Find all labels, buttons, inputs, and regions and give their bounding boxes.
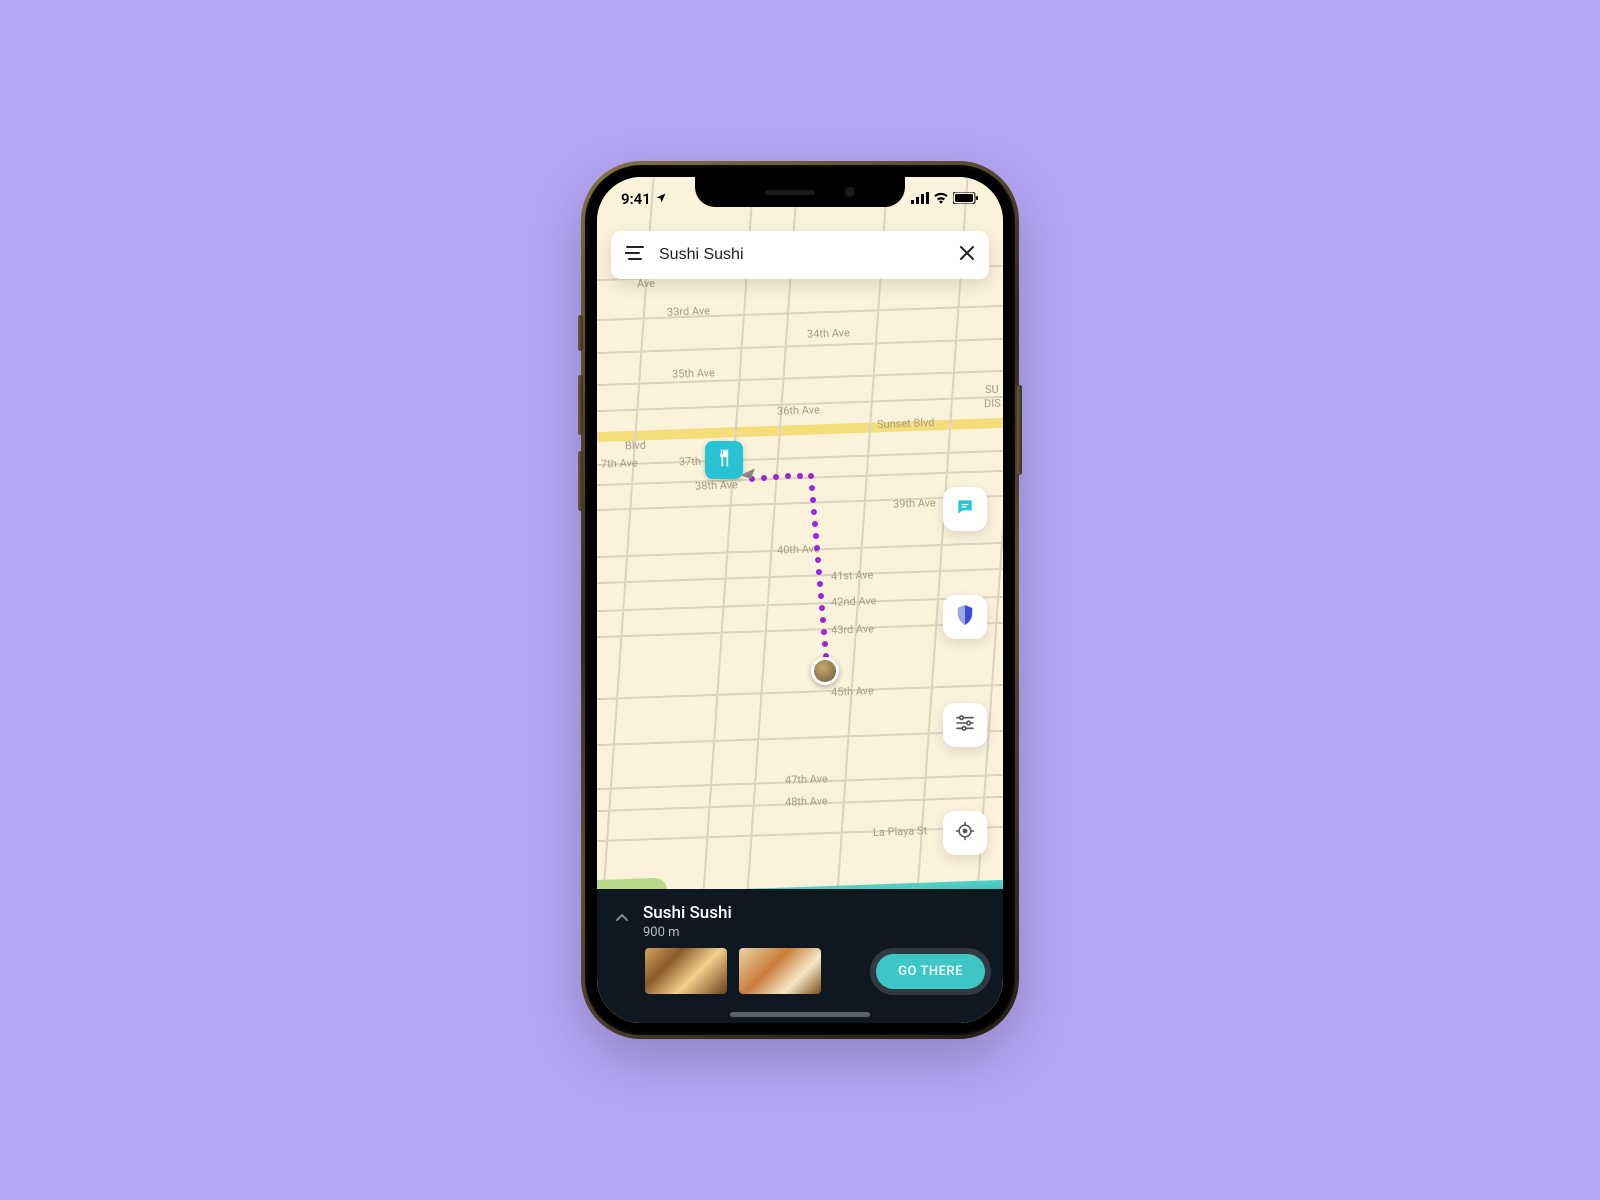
phone-screen: 9:41 <box>597 177 1003 1023</box>
street-label: 42nd Ave <box>831 594 877 609</box>
cellular-icon <box>911 190 929 208</box>
locate-icon <box>955 821 975 845</box>
street-label: 41st Ave <box>831 568 874 582</box>
user-location-avatar[interactable] <box>811 657 839 685</box>
photo-thumbnail[interactable] <box>739 948 821 994</box>
street-label: DIS <box>984 397 1001 411</box>
wifi-icon <box>933 190 949 208</box>
go-there-button[interactable]: GO THERE <box>876 954 985 989</box>
street-label: La Playa St <box>873 824 928 839</box>
chat-button[interactable] <box>943 487 987 531</box>
restaurant-icon <box>714 448 734 472</box>
destination-pin[interactable] <box>705 441 743 479</box>
chat-icon <box>955 497 975 521</box>
street-label: 36th Ave <box>777 403 820 417</box>
phone-mockup: 9:41 <box>585 165 1015 1035</box>
search-bar <box>611 231 989 279</box>
phone-notch <box>695 177 905 207</box>
home-indicator[interactable] <box>730 1012 870 1017</box>
destination-distance: 900 m <box>643 925 732 940</box>
battery-icon <box>953 190 979 208</box>
street-label: SU <box>985 383 999 396</box>
shield-button[interactable] <box>943 595 987 639</box>
close-icon[interactable] <box>959 245 975 265</box>
direction-arrow-icon <box>740 468 761 489</box>
destination-name: Sushi Sushi <box>643 903 732 923</box>
location-arrow-icon <box>655 190 667 208</box>
street-label: 45th Ave <box>831 684 874 698</box>
destination-panel: Sushi Sushi 900 m GO THERE <box>597 889 1003 1023</box>
street-label: 7th Ave <box>601 456 638 470</box>
chevron-up-icon[interactable] <box>615 907 629 926</box>
status-time: 9:41 <box>621 190 651 208</box>
menu-icon[interactable] <box>625 245 645 265</box>
street-label: 37th <box>679 455 701 469</box>
street-label: 39th Ave <box>893 496 936 510</box>
street-label: 35th Ave <box>672 366 715 380</box>
street-label: 33rd Ave <box>667 304 710 318</box>
locate-button[interactable] <box>943 811 987 855</box>
street-label: 47th Ave <box>785 772 828 786</box>
search-input[interactable] <box>659 246 945 264</box>
photo-thumbnail[interactable] <box>645 948 727 994</box>
street-label: Blvd <box>625 439 646 453</box>
street-label: 34th Ave <box>807 326 850 340</box>
street-label: 43rd Ave <box>831 622 874 636</box>
shield-icon <box>956 605 974 629</box>
street-label: 48th Ave <box>785 794 828 808</box>
settings-button[interactable] <box>943 703 987 747</box>
map-controls <box>943 487 987 855</box>
street-label: Sunset Blvd <box>877 416 935 431</box>
sliders-icon <box>956 715 974 735</box>
